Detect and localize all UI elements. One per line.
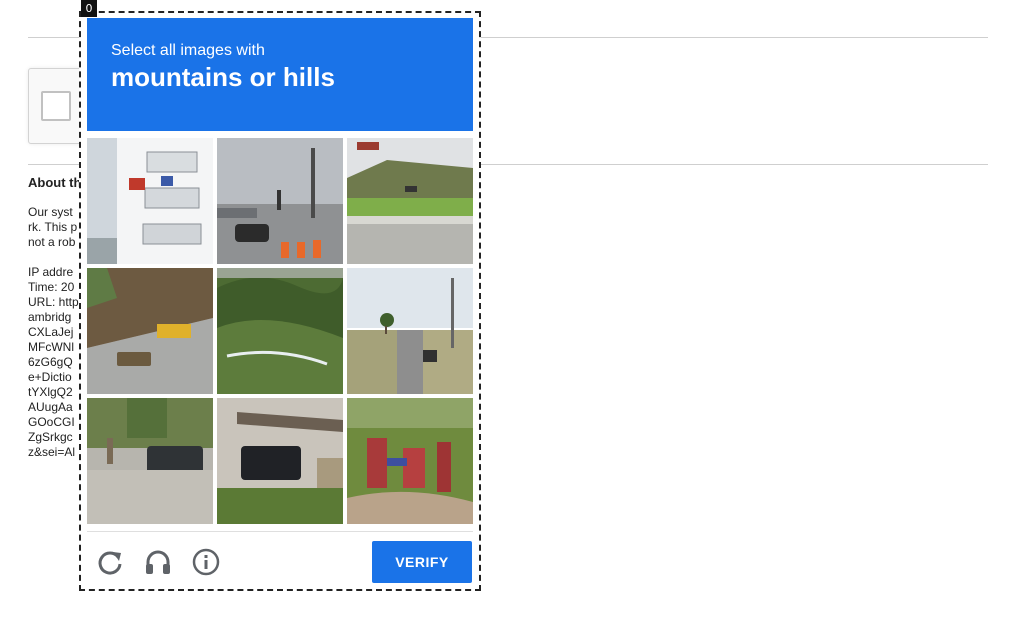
about-line: z&sei=Al bbox=[28, 445, 76, 459]
about-line: MFcWNl bbox=[28, 340, 74, 354]
reload-icon[interactable] bbox=[94, 546, 126, 578]
verify-button[interactable]: VERIFY bbox=[372, 541, 472, 583]
about-title: About th bbox=[28, 175, 82, 190]
about-line: GOoCGI bbox=[28, 415, 75, 429]
about-line: rk. This p bbox=[28, 220, 78, 234]
element-index-badge: 0 bbox=[81, 0, 97, 17]
image-tile-8[interactable] bbox=[217, 398, 343, 524]
about-line: not a rob bbox=[28, 235, 76, 249]
image-tile-2[interactable] bbox=[217, 138, 343, 264]
image-tile-7[interactable] bbox=[87, 398, 213, 524]
about-line: Our syst bbox=[28, 205, 73, 219]
challenge-header: Select all images with mountains or hill… bbox=[87, 18, 473, 131]
image-tile-9[interactable] bbox=[347, 398, 473, 524]
image-tile-6[interactable] bbox=[347, 268, 473, 394]
recaptcha-checkbox[interactable] bbox=[41, 91, 71, 121]
about-line: CXLaJej bbox=[28, 325, 74, 339]
target-text: mountains or hills bbox=[111, 62, 335, 92]
about-line: Time: 20 bbox=[28, 280, 75, 294]
about-line: AUugAa bbox=[28, 400, 73, 414]
audio-icon[interactable] bbox=[142, 546, 174, 578]
footer-divider bbox=[87, 531, 473, 532]
about-line: ZgSrkgc bbox=[28, 430, 73, 444]
about-line: tYXlgQ2 bbox=[28, 385, 73, 399]
about-text: Our syst rk. This p not a rob IP addre T… bbox=[28, 205, 79, 460]
about-line: IP addre bbox=[28, 265, 74, 279]
image-tile-3[interactable] bbox=[347, 138, 473, 264]
info-icon[interactable] bbox=[190, 546, 222, 578]
about-line: URL: http bbox=[28, 295, 79, 309]
about-line bbox=[28, 250, 79, 265]
instruction-text: Select all images with bbox=[111, 42, 265, 59]
about-line: 6zG6gQ bbox=[28, 355, 73, 369]
image-tile-5[interactable] bbox=[217, 268, 343, 394]
image-tile-1[interactable] bbox=[87, 138, 213, 264]
image-tile-4[interactable] bbox=[87, 268, 213, 394]
about-line: ambridg bbox=[28, 310, 72, 324]
image-grid bbox=[87, 138, 473, 524]
about-line: e+Dictio bbox=[28, 370, 72, 384]
